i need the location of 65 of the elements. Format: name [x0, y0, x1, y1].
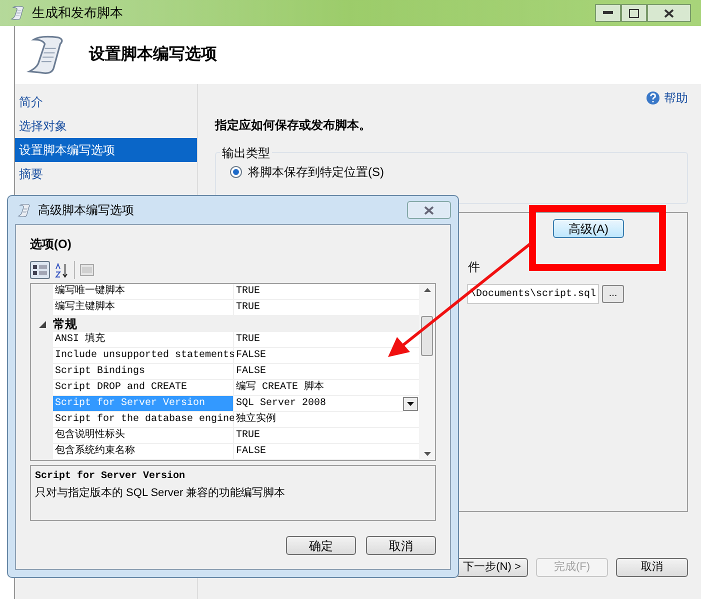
advanced-button[interactable]: 高级(A): [553, 219, 624, 238]
property-name[interactable]: ANSI 填充: [53, 332, 234, 348]
property-value[interactable]: TRUE: [234, 300, 419, 316]
property-name[interactable]: 包含系统约束名称: [53, 444, 234, 460]
property-name[interactable]: Script for the database engine: [53, 412, 234, 428]
property-value[interactable]: FALSE: [234, 364, 419, 380]
property-value[interactable]: 编写 CREATE 脚本: [234, 380, 419, 396]
property-name[interactable]: 编写主键脚本: [53, 300, 234, 316]
description-title: Script for Server Version: [35, 470, 186, 484]
radio-label: 将脚本保存到特定位置(S): [248, 164, 384, 181]
close-icon: [424, 206, 434, 214]
property-value[interactable]: TRUE: [234, 428, 419, 444]
dialog-button[interactable]: 取消: [366, 536, 436, 555]
maximize-icon: [629, 8, 639, 18]
wizard-button[interactable]: 下一步(N) >: [456, 558, 528, 577]
dropdown-button[interactable]: [403, 397, 418, 411]
file-path-field[interactable]: \Documents\script.sql: [467, 284, 599, 304]
window-title: 生成和发布脚本: [32, 4, 123, 22]
dialog-title: 高级脚本编写选项: [38, 202, 134, 219]
expand-toggle-icon[interactable]: [38, 320, 46, 328]
sidebar-item[interactable]: 设置脚本编写选项: [15, 138, 197, 162]
close-button[interactable]: [647, 4, 691, 22]
property-name[interactable]: Include unsupported statements: [53, 348, 234, 364]
property-value[interactable]: FALSE: [234, 444, 419, 460]
property-value[interactable]: 独立实例: [234, 412, 419, 428]
sort-icon: [55, 262, 69, 278]
scroll-up-icon: [424, 288, 430, 292]
property-value[interactable]: TRUE: [234, 284, 419, 300]
page-heading: 设置脚本编写选项: [89, 44, 217, 65]
property-value[interactable]: TRUE: [234, 332, 419, 348]
browse-button[interactable]: ...: [602, 285, 624, 303]
minimize-button[interactable]: [595, 4, 621, 22]
sidebar-item[interactable]: 选择对象: [15, 114, 197, 138]
instruction-text: 指定应如何保存或发布脚本。: [215, 117, 372, 134]
property-name[interactable]: Script Bindings: [53, 364, 234, 380]
categorized-view-button[interactable]: [30, 261, 50, 279]
scroll-icon: [10, 5, 26, 21]
wizard-button[interactable]: 取消: [616, 558, 688, 577]
category-label: 常规: [53, 316, 77, 333]
scrollbar[interactable]: [419, 284, 435, 460]
scroll-thumb[interactable]: [421, 316, 433, 356]
field-label: 件: [468, 259, 480, 276]
property-name[interactable]: 包含说明性标头: [53, 428, 234, 444]
scroll-icon: [17, 202, 32, 218]
group-label: 输出类型: [220, 144, 272, 162]
maximize-button[interactable]: [621, 4, 647, 22]
scroll-down-icon: [424, 452, 430, 456]
property-value[interactable]: FALSE: [234, 348, 419, 364]
section-label: 选项(O): [30, 236, 72, 253]
dialog-close-button[interactable]: [407, 201, 451, 219]
sidebar-item[interactable]: 简介: [15, 90, 197, 114]
description-text: 只对与指定版本的 SQL Server 兼容的功能编写脚本: [35, 486, 286, 501]
close-icon: [664, 8, 674, 18]
sidebar-item[interactable]: 摘要: [15, 162, 197, 186]
property-name[interactable]: 编写唯一键脚本: [53, 284, 234, 300]
window-icon: [80, 264, 94, 276]
property-value[interactable]: SQL Server 2008: [234, 396, 403, 412]
property-name[interactable]: Script DROP and CREATE: [53, 380, 234, 396]
help-icon: [646, 91, 660, 105]
help-link[interactable]: 帮助: [664, 89, 688, 107]
list-icon: [33, 264, 47, 276]
caret-icon: [407, 402, 414, 406]
dialog-button[interactable]: 确定: [286, 536, 356, 555]
radio-button[interactable]: [230, 166, 242, 178]
minimize-icon: [603, 11, 613, 15]
